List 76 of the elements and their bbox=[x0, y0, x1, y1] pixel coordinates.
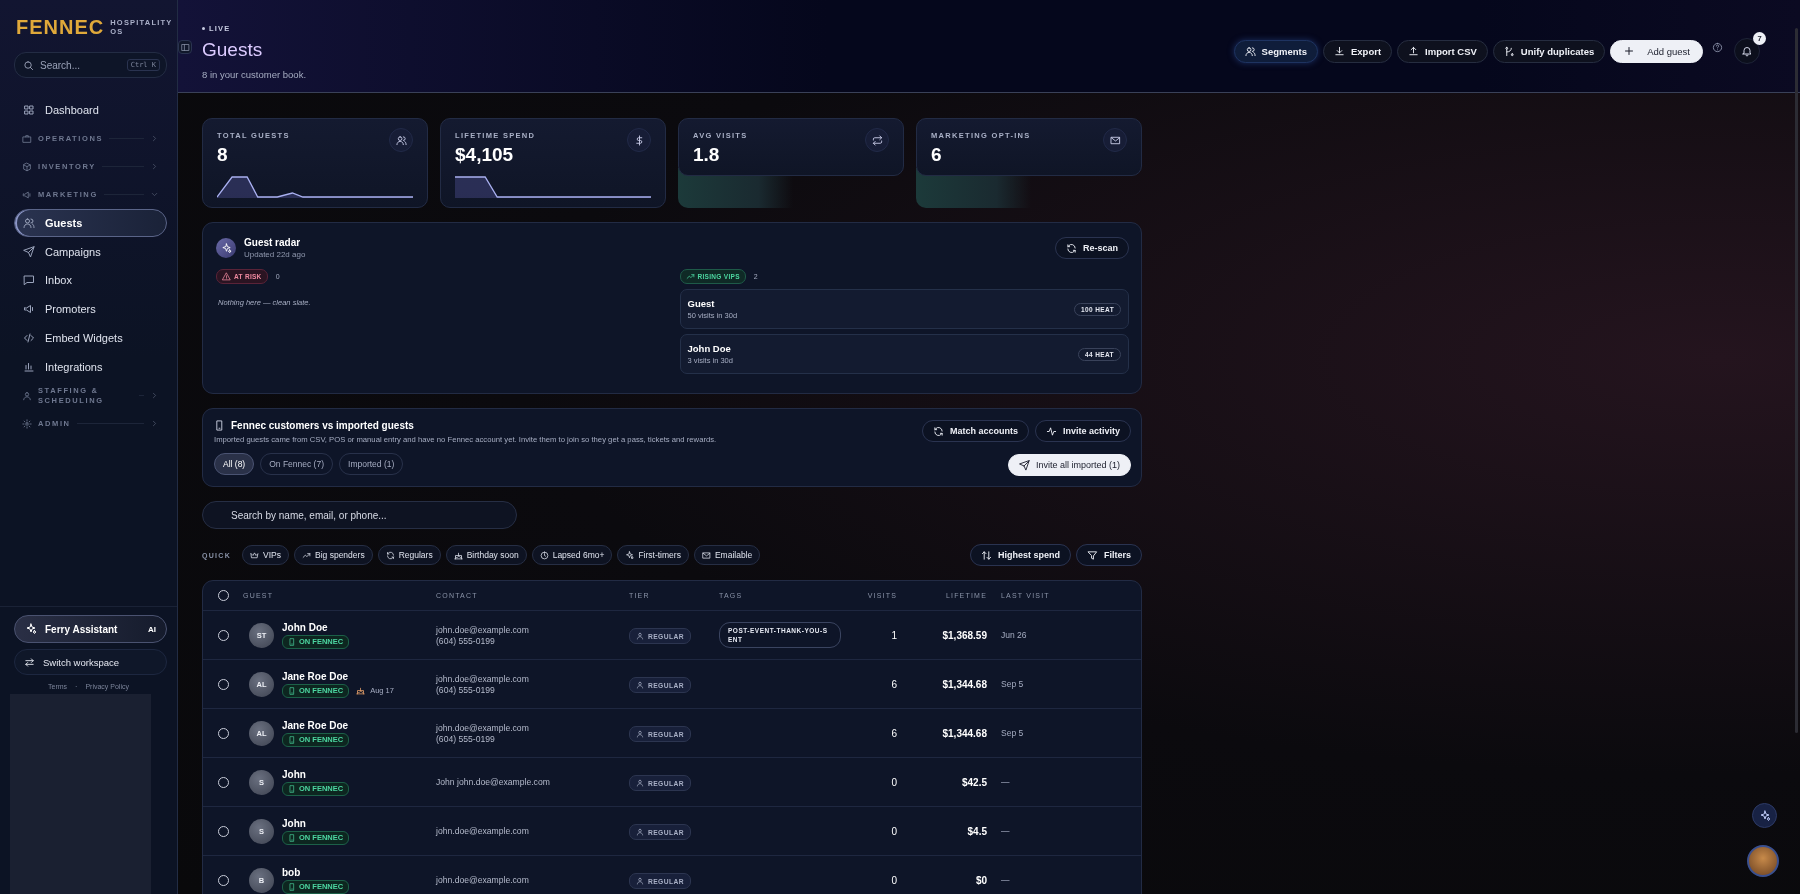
visits-cell-text: 0 bbox=[890, 874, 898, 886]
visits-cell-text: 6 bbox=[890, 727, 898, 739]
assistant-button[interactable]: Ferry Assistant AI bbox=[14, 615, 167, 643]
visits-cell-text: 0 bbox=[890, 776, 898, 788]
card-title: Fennec customers vs imported guests bbox=[231, 420, 414, 431]
nav-item[interactable]: Embed Widgets bbox=[14, 324, 167, 352]
last-visit-cell-text: Sep 5 bbox=[1000, 679, 1025, 689]
invite-button[interactable]: Invite all imported (1) bbox=[1007, 454, 1131, 476]
contact-text: John john.doe@example.com bbox=[436, 777, 551, 787]
card-title: Guest radar bbox=[244, 237, 302, 248]
lifetime-cell-text: $0 bbox=[974, 874, 988, 886]
header-button[interactable]: Import CSV bbox=[1397, 39, 1488, 63]
filter-chip[interactable]: Birthday soon bbox=[445, 545, 527, 565]
lifetime-cell-text: $1,344.68 bbox=[941, 678, 988, 690]
contact-text: john.doe@example.com bbox=[436, 624, 530, 635]
header-button[interactable]: Add guest bbox=[1610, 39, 1703, 63]
guest-name[interactable]: bob bbox=[282, 866, 350, 878]
guest-name[interactable]: John Doe bbox=[282, 621, 350, 633]
action-button[interactable]: Invite activity bbox=[1034, 420, 1131, 442]
sort-button[interactable]: Highest spend bbox=[969, 544, 1071, 566]
ai-label: AI bbox=[148, 624, 156, 634]
contact-text: (604) 555-0199 bbox=[436, 684, 496, 695]
nav-item[interactable]: Integrations bbox=[14, 352, 167, 381]
guest-name[interactable]: John bbox=[282, 817, 350, 829]
vip-name: Guest bbox=[687, 298, 716, 309]
filter-chip[interactable]: Lapsed 6mo+ bbox=[531, 545, 613, 565]
stat-value: 8 bbox=[217, 144, 229, 166]
vip-name: John Doe bbox=[687, 343, 732, 354]
last-visit-cell-text: Jun 26 bbox=[1000, 630, 1028, 640]
lifetime-cell-text: $4.5 bbox=[966, 825, 988, 837]
header-button[interactable]: Segments bbox=[1233, 39, 1318, 63]
filter-chip[interactable]: Regulars bbox=[377, 545, 441, 565]
stat-value: 1.8 bbox=[693, 144, 721, 166]
lifetime-cell-text: $1,368.59 bbox=[941, 629, 988, 641]
header-button[interactable]: Unify duplicates bbox=[1492, 39, 1606, 63]
visits-cell-text: 0 bbox=[890, 825, 898, 837]
visits-cell-text: 6 bbox=[890, 678, 898, 690]
guest-name[interactable]: John bbox=[282, 768, 350, 780]
nav-item[interactable]: Guests bbox=[14, 208, 167, 237]
nav-item[interactable]: Dashboard bbox=[14, 96, 167, 124]
last-visit-cell-text: — bbox=[1000, 826, 1011, 836]
contact-text: john.doe@example.com bbox=[436, 673, 530, 684]
filter-chip[interactable]: VIPs bbox=[242, 545, 289, 565]
lifetime-cell-text: $42.5 bbox=[960, 776, 988, 788]
filter-chip[interactable]: Big spenders bbox=[294, 545, 373, 565]
filters-button[interactable]: Filters bbox=[1076, 544, 1142, 566]
filter-chip[interactable]: First-timers bbox=[617, 545, 689, 565]
contact-text: john.doe@example.com bbox=[436, 722, 530, 733]
lifetime-cell-text: $1,344.68 bbox=[941, 727, 988, 739]
last-visit-cell-text: Sep 5 bbox=[1000, 728, 1025, 738]
filter-chip[interactable]: Emailable bbox=[693, 545, 761, 565]
switch-workspace-button[interactable]: Switch workspace bbox=[14, 649, 167, 675]
rescan-button[interactable]: Re-scan bbox=[1055, 237, 1129, 259]
brand-logo: FENNEC bbox=[16, 16, 105, 38]
stat-value: $4,105 bbox=[455, 144, 515, 166]
action-button[interactable]: Match accounts bbox=[921, 420, 1029, 442]
guest-name[interactable]: Jane Roe Doe bbox=[282, 670, 394, 682]
guest-name[interactable]: Jane Roe Doe bbox=[282, 719, 350, 731]
visits-cell-text: 1 bbox=[890, 629, 898, 641]
page-title: Guests bbox=[202, 39, 263, 61]
stat-value: 6 bbox=[931, 144, 943, 166]
last-visit-cell-text: — bbox=[1000, 875, 1011, 885]
contact-text: (604) 555-0199 bbox=[436, 733, 496, 744]
page-subtitle: 8 in your customer book. bbox=[202, 69, 307, 80]
contact-text: (604) 555-0199 bbox=[436, 635, 496, 646]
nav-item[interactable]: Campaigns bbox=[14, 237, 167, 266]
filter-tab[interactable]: All (8) bbox=[214, 453, 255, 475]
search-field[interactable]: Search by name, email, or phone... bbox=[202, 501, 517, 529]
header-button[interactable]: Export bbox=[1323, 39, 1393, 63]
contact-text: john.doe@example.com bbox=[436, 875, 530, 885]
nav-item[interactable]: Inbox bbox=[14, 266, 167, 295]
contact-text: john.doe@example.com bbox=[436, 826, 530, 836]
nav-item[interactable]: Promoters bbox=[14, 295, 167, 324]
last-visit-cell-text: — bbox=[1000, 777, 1011, 787]
search-placeholder: Search... bbox=[40, 59, 82, 71]
updated-text: Updated 22d ago bbox=[244, 250, 307, 259]
